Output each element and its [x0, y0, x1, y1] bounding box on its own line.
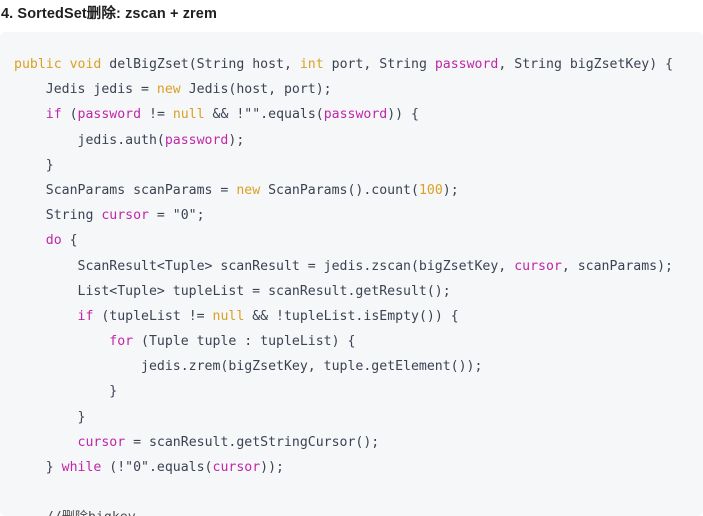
code-token: );	[228, 132, 245, 148]
code-token: password	[164, 132, 229, 148]
code-token: }	[14, 409, 86, 425]
code-token: cursor	[77, 434, 126, 450]
code-line: cursor = scanResult.getStringCursor();	[14, 430, 703, 455]
page-root: 4. SortedSet删除: zscan + zrem public void…	[0, 0, 703, 516]
code-line: List<Tuple> tupleList = scanResult.getRe…	[14, 279, 703, 304]
code-token: cursor	[101, 208, 149, 224]
code-token: public	[14, 57, 62, 72]
code-token: while	[61, 460, 102, 475]
code-block[interactable]: public void delBigZset(String host, int …	[0, 32, 703, 516]
page-title: 4. SortedSet删除: zscan + zrem	[1, 6, 217, 22]
code-token: jedis.auth(	[14, 132, 165, 148]
code-token: List<Tuple> tupleList = scanResult.getRe…	[14, 283, 451, 299]
code-token: String	[14, 208, 102, 224]
code-token: {	[61, 233, 78, 249]
code-token: (!"0".equals(	[101, 460, 213, 475]
code-token: , String bigZsetKey) {	[498, 57, 674, 72]
code-token: delBigZset(String host,	[101, 57, 300, 72]
code-line: ScanResult<Tuple> scanResult = jedis.zsc…	[14, 254, 703, 279]
code-token: )) {	[387, 107, 419, 123]
code-token: Jedis jedis =	[14, 82, 157, 98]
code-token: && !tupleList.isEmpty()) {	[244, 308, 459, 324]
code-token: new	[236, 182, 261, 198]
code-token: }	[14, 157, 54, 173]
code-token: password	[323, 107, 388, 123]
code-token: !=	[141, 107, 173, 123]
code-token: //删除bigkey	[14, 510, 136, 516]
code-token: Jedis(host, port);	[180, 82, 332, 98]
code-line: Jedis jedis = new Jedis(host, port);	[14, 77, 703, 102]
code-token: (tupleList !=	[93, 308, 213, 324]
code-token: , scanParams);	[561, 258, 673, 274]
code-line: }	[14, 153, 703, 178]
code-token: int	[299, 57, 324, 72]
code-token: null	[172, 107, 205, 123]
code-token: ScanParams().count(	[260, 182, 419, 198]
code-line: jedis.auth(password);	[14, 128, 703, 153]
code-line: }	[14, 405, 703, 430]
code-token: password	[77, 107, 142, 123]
code-token: (Tuple tuple : tupleList) {	[133, 334, 356, 350]
code-line: }	[14, 379, 703, 404]
code-token: ScanParams scanParams =	[14, 182, 237, 198]
code-line: public void delBigZset(String host, int …	[14, 52, 703, 77]
code-token: = scanResult.getStringCursor();	[125, 434, 380, 450]
code-line: } while (!"0".equals(cursor));	[14, 455, 703, 480]
code-token: ));	[260, 460, 284, 475]
code-line: for (Tuple tuple : tupleList) {	[14, 329, 703, 354]
code-token: do	[45, 233, 62, 249]
code-token: null	[212, 308, 245, 324]
code-token: for	[109, 334, 134, 350]
code-token: new	[156, 82, 181, 98]
code-line: if (password != null && !"".equals(passw…	[14, 102, 703, 127]
code-line: ScanParams scanParams = new ScanParams()…	[14, 178, 703, 203]
code-line: do {	[14, 228, 703, 253]
code-token: cursor	[514, 258, 562, 274]
code-line: //删除bigkey	[14, 505, 703, 516]
code-line: if (tupleList != null && !tupleList.isEm…	[14, 304, 703, 329]
code-token: (	[61, 107, 78, 123]
code-token: void	[69, 57, 102, 72]
code-token: port, String	[323, 57, 435, 72]
code-token: password	[434, 57, 499, 72]
code-token: cursor	[212, 460, 261, 475]
code-token: }	[14, 384, 118, 400]
code-token: && !"".equals(	[204, 107, 324, 123]
code-token: }	[14, 460, 62, 475]
code-token: jedis.zrem(bigZsetKey, tuple.getElement(…	[14, 359, 483, 375]
code-token: if	[45, 107, 62, 123]
code-token: if	[77, 308, 94, 324]
code-line: jedis.zrem(bigZsetKey, tuple.getElement(…	[14, 354, 703, 379]
code-token: 100	[418, 182, 443, 198]
code-token: );	[442, 182, 459, 198]
code-line: String cursor = "0";	[14, 203, 703, 228]
code-lines-container: public void delBigZset(String host, int …	[0, 32, 703, 516]
code-token: ScanResult<Tuple> scanResult = jedis.zsc…	[14, 258, 515, 274]
code-token: = "0";	[148, 208, 205, 224]
